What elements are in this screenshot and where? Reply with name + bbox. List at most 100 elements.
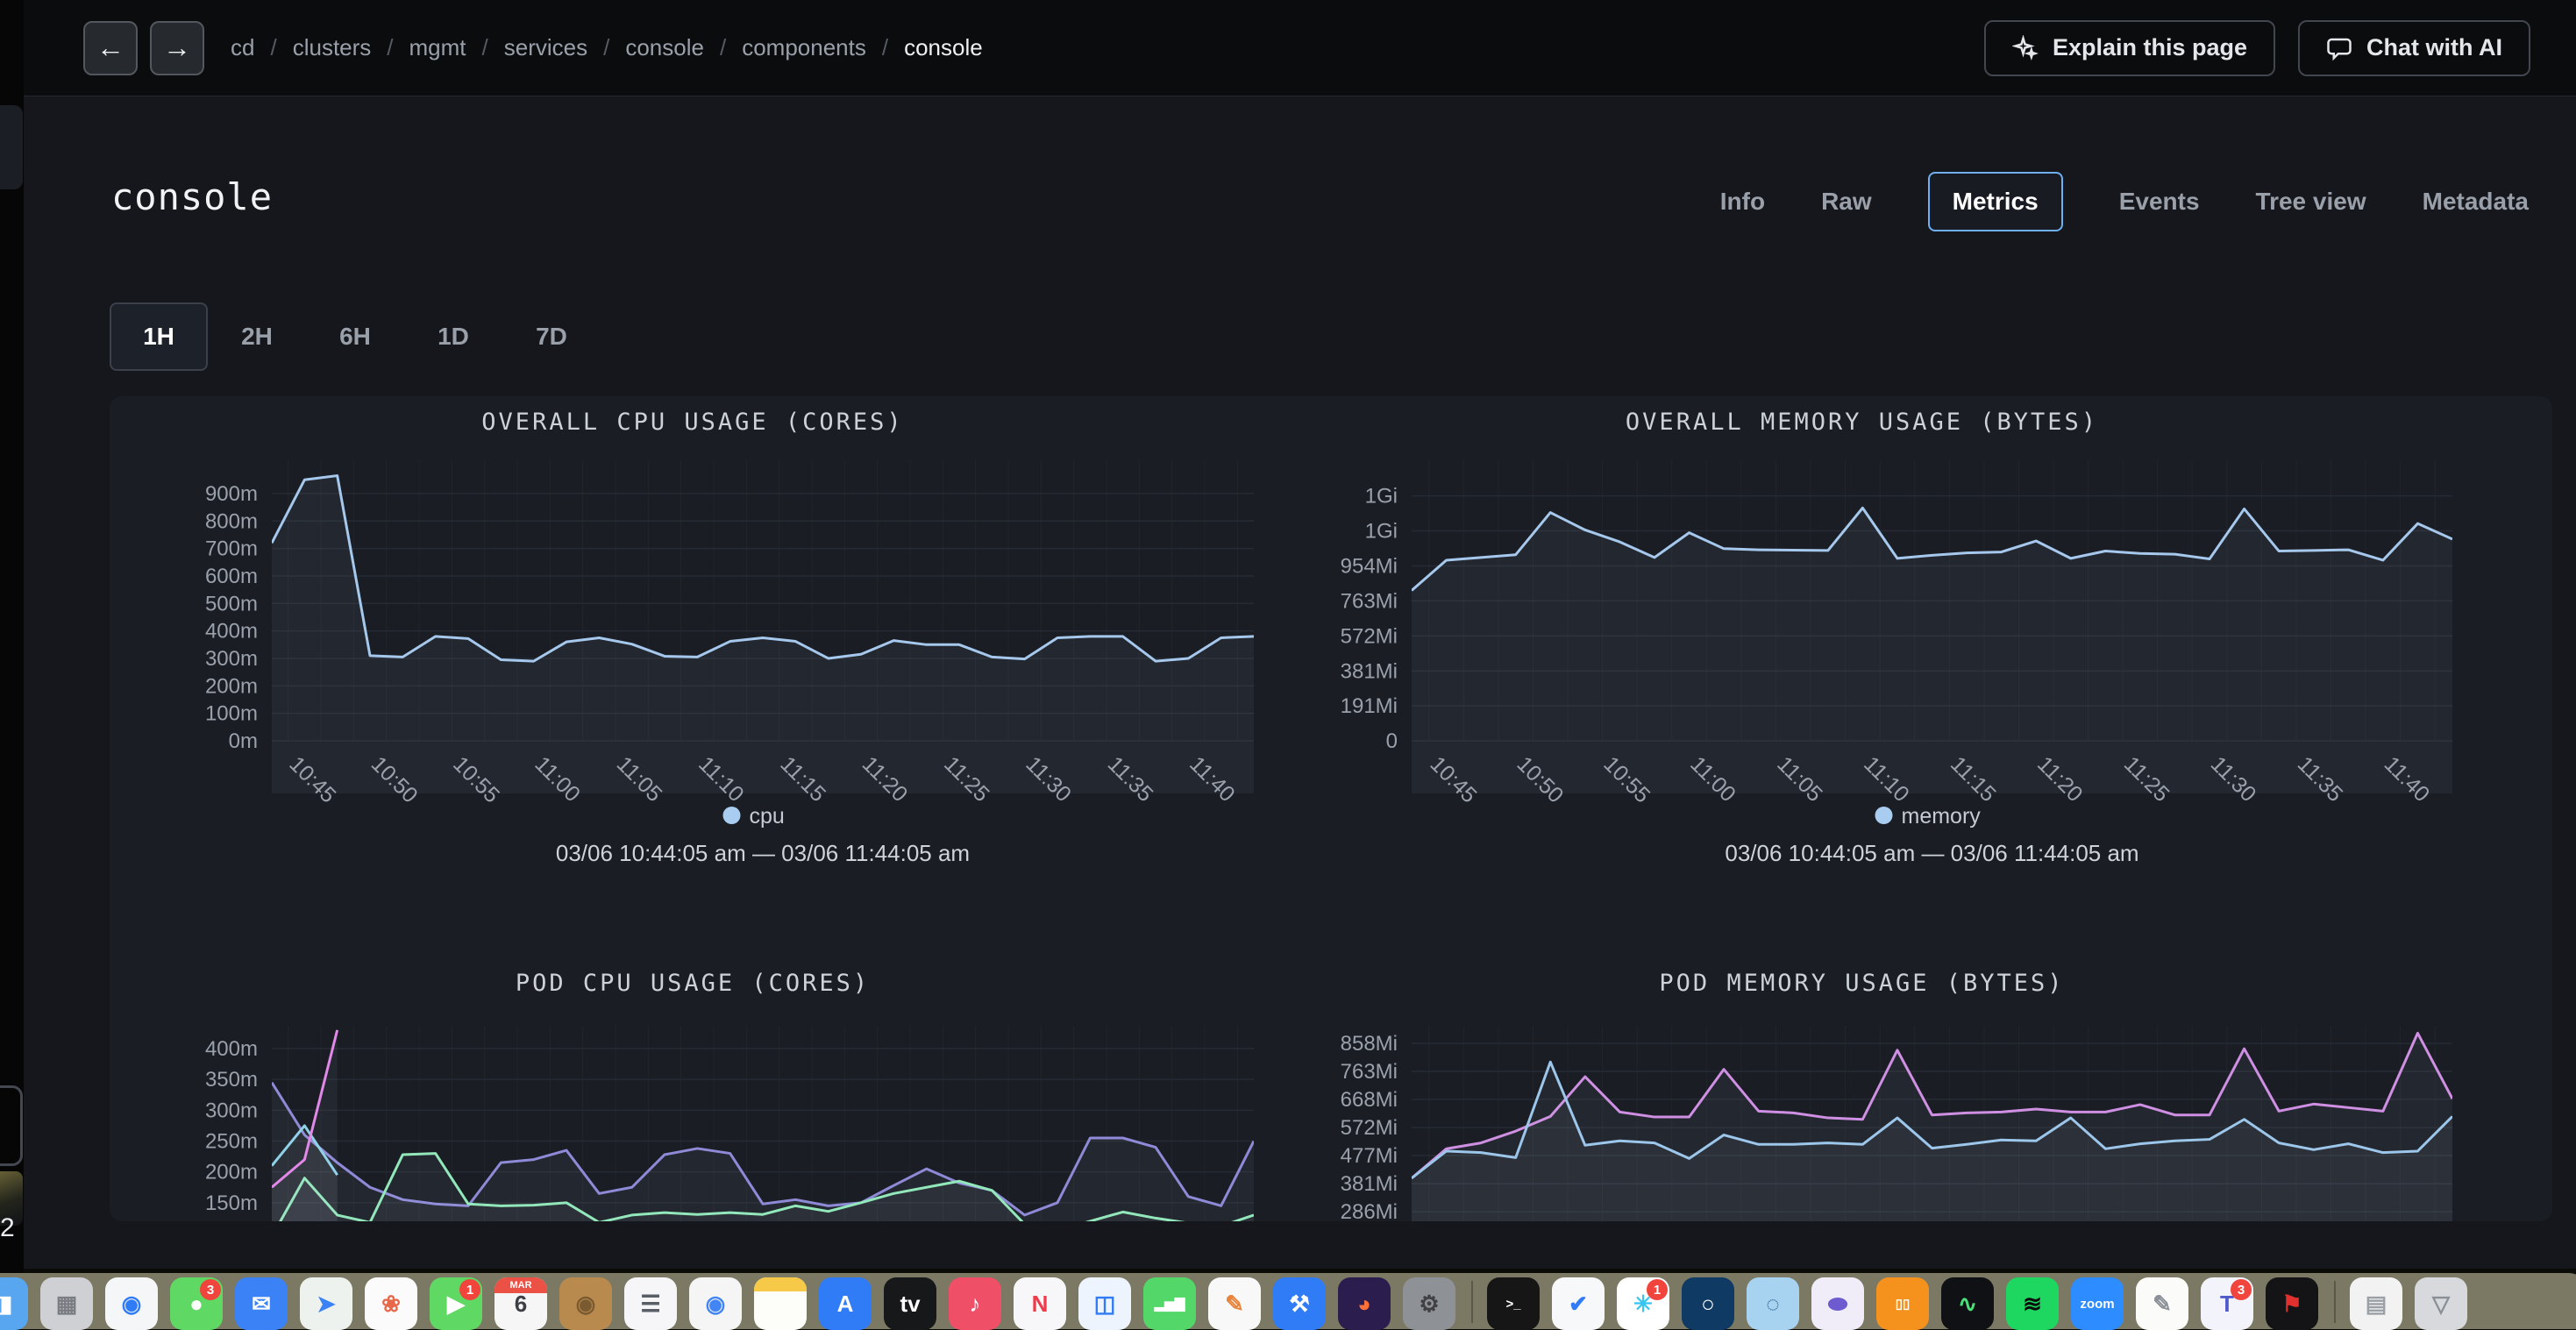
app-store-icon[interactable]: A [819,1277,872,1330]
chart-canvas-2: 150m200m250m300m350m400m [140,957,1306,1221]
preview-app-icon[interactable]: ◌ [1747,1277,1799,1330]
chat-with-ai-label: Chat with AI [2366,34,2502,61]
maps-icon[interactable]: ➤ [300,1277,352,1330]
news-icon[interactable]: N [1014,1277,1066,1330]
system-settings-icon[interactable]: ⚙ [1403,1277,1455,1330]
breadcrumb-item-components[interactable]: components [742,34,866,61]
breadcrumb-separator: / [720,34,726,61]
finder-icon[interactable]: ◨ [0,1277,28,1330]
svg-text:700m: 700m [205,537,258,561]
music-icon[interactable]: ♪ [949,1277,1001,1330]
breadcrumb-item-cd[interactable]: cd [231,34,254,61]
sidebar-outline-sliver [0,1085,23,1166]
arrow-right-icon: → [163,32,191,64]
breadcrumb-item-clusters[interactable]: clusters [293,34,372,61]
preview-app-glyph: ◌ [1766,1292,1779,1315]
tasks-app-icon[interactable]: ✔ [1552,1277,1605,1330]
trash-icon[interactable]: ▽ [2415,1277,2467,1330]
calendar-icon[interactable]: MAR6 [495,1277,547,1330]
chrome-icon[interactable]: ◉ [689,1277,742,1330]
notification-badge: 1 [1647,1279,1668,1300]
page-title: console [111,175,273,218]
chart-title: OVERALL CPU USAGE (CORES) [202,409,1184,436]
terminal-glyph: >_ [1505,1298,1520,1311]
safari-icon[interactable]: ◉ [105,1277,158,1330]
notes-header [754,1277,807,1291]
music-glyph: ♪ [970,1292,981,1315]
teams-icon[interactable]: T3 [2201,1277,2253,1330]
forward-button[interactable]: → [150,21,204,75]
slack-icon[interactable]: ✳1 [1617,1277,1669,1330]
time-range-2h[interactable]: 2H [208,302,306,371]
svg-text:400m: 400m [205,1037,258,1061]
keynote-icon[interactable]: ◫ [1078,1277,1131,1330]
tab-info[interactable]: Info [1720,174,1765,230]
svg-text:572Mi: 572Mi [1341,1116,1398,1140]
pages-icon[interactable]: ✎ [1208,1277,1261,1330]
chart-overall-cpu-usage-cores: OVERALL CPU USAGE (CORES)0m100m200m300m4… [140,396,1306,940]
password-app-icon[interactable]: ○ [1682,1277,1734,1330]
svg-text:286Mi: 286Mi [1341,1200,1398,1221]
launchpad-glyph: ▦ [56,1292,78,1315]
dock-divider [2334,1281,2336,1323]
time-range-7d[interactable]: 7D [502,302,601,371]
svg-text:250m: 250m [205,1130,258,1154]
svg-text:477Mi: 477Mi [1341,1144,1398,1168]
facetime-icon[interactable]: ▶1 [430,1277,482,1330]
firefox-icon[interactable]: ◕ [1338,1277,1391,1330]
time-range-1h[interactable]: 1H [110,302,208,371]
breadcrumb-item-mgmt[interactable]: mgmt [409,34,466,61]
activity-monitor-icon[interactable]: ∿ [1941,1277,1994,1330]
orange-utility-icon[interactable]: ▯▯ [1876,1277,1929,1330]
apple-tv-icon[interactable]: tv [884,1277,936,1330]
launchpad-icon[interactable]: ▦ [40,1277,93,1330]
time-range-1d[interactable]: 1D [404,302,502,371]
reminders-icon[interactable]: ☰ [624,1277,677,1330]
breadcrumb-item-services[interactable]: services [504,34,587,61]
activity-monitor-glyph: ∿ [1958,1292,1977,1315]
tab-metadata[interactable]: Metadata [2423,174,2529,230]
back-button[interactable]: ← [83,21,138,75]
terminal-icon[interactable]: >_ [1487,1277,1540,1330]
mail-icon[interactable]: ✉ [235,1277,288,1330]
tab-raw[interactable]: Raw [1821,174,1872,230]
mail-glyph: ✉ [252,1292,271,1315]
messages-icon[interactable]: ●3 [170,1277,223,1330]
textedit-icon[interactable]: ✎ [2136,1277,2188,1330]
time-range-6h[interactable]: 6H [306,302,404,371]
xcode-icon[interactable]: ⚒ [1273,1277,1326,1330]
system-settings-glyph: ⚙ [1419,1292,1439,1315]
svg-text:0: 0 [1386,729,1398,753]
tab-metrics[interactable]: Metrics [1928,172,2063,231]
time-range-selector: 1H2H6H1D7D [110,302,601,371]
contacts-icon[interactable]: ◉ [559,1277,612,1330]
macos-dock: ◨▦◉●3✉➤❀▶1MAR6◉☰◉Atv♪N◫▂▅▇✎⚒◕⚙>_✔✳1○◌⬬▯▯… [0,1273,2576,1329]
game-pin-app-icon[interactable]: ⚑ [2266,1277,2318,1330]
numbers-icon[interactable]: ▂▅▇ [1143,1277,1196,1330]
zoom-icon[interactable]: zoom [2071,1277,2124,1330]
linear-app-icon[interactable]: ⬬ [1811,1277,1864,1330]
photos-icon[interactable]: ❀ [365,1277,417,1330]
chart-canvas-0: 0m100m200m300m400m500m600m700m800m900m10… [140,396,1306,940]
breadcrumb-separator: / [603,34,609,61]
svg-text:600m: 600m [205,565,258,588]
finder-glyph: ◨ [0,1292,12,1315]
tab-events[interactable]: Events [2119,174,2200,230]
spotify-glyph: ≋ [2023,1292,2042,1315]
svg-text:668Mi: 668Mi [1341,1088,1398,1112]
svg-text:572Mi: 572Mi [1341,624,1398,648]
notes-icon[interactable] [754,1277,807,1330]
chat-bubble-icon [2326,35,2352,61]
explain-page-button[interactable]: Explain this page [1984,20,2275,76]
chat-with-ai-button[interactable]: Chat with AI [2298,20,2530,76]
svg-text:1Gi: 1Gi [1365,520,1398,544]
svg-text:954Mi: 954Mi [1341,554,1398,578]
tab-tree-view[interactable]: Tree view [2256,174,2366,230]
breadcrumb-item-console[interactable]: console [904,34,983,61]
documents-stack-icon[interactable]: ▤ [2350,1277,2402,1330]
spotify-icon[interactable]: ≋ [2006,1277,2059,1330]
chart-overall-memory-usage-bytes: OVERALL MEMORY USAGE (BYTES)0191Mi381Mi5… [1289,396,2464,940]
chrome-glyph: ◉ [706,1292,726,1315]
breadcrumb-item-console[interactable]: console [625,34,704,61]
svg-text:200m: 200m [205,1161,258,1184]
